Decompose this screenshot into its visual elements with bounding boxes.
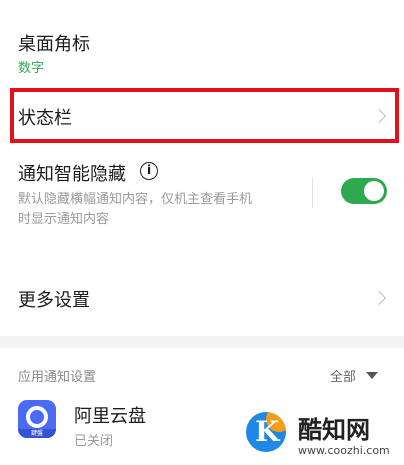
app-filter-dropdown[interactable]: 全部 <box>330 362 390 386</box>
smart-hide-title: 通知智能隐藏 <box>18 164 126 185</box>
smart-hide-toggle[interactable] <box>341 178 387 204</box>
badge-setting-value: 数字 <box>18 61 45 76</box>
watermark-name: 酷知网 <box>298 416 370 444</box>
watermark: K 酷知网 www.coozhi.com <box>246 408 404 465</box>
badge-setting-row[interactable]: 桌面角标 数字 <box>0 20 404 80</box>
badge-setting-title: 桌面角标 <box>18 34 90 55</box>
caret-down-icon <box>366 372 378 379</box>
coozhi-logo-icon: K <box>246 412 286 452</box>
aliyun-drive-icon: 鍵盤 <box>18 400 56 438</box>
section-divider <box>0 238 404 252</box>
app-name: 阿里云盘 <box>74 406 146 427</box>
app-notify-header-title: 应用通知设置 <box>18 370 97 385</box>
app-status: 已关闭 <box>74 434 114 449</box>
app-filter-label: 全部 <box>330 370 357 385</box>
smart-hide-row: 通知智能隐藏 i 默认隐藏横幅通知内容，仅机主查看手机 时显示通知内容 <box>0 150 404 230</box>
chevron-right-icon <box>371 290 387 306</box>
info-icon[interactable]: i <box>140 162 158 180</box>
more-settings-row[interactable]: 更多设置 <box>0 268 404 324</box>
smart-hide-desc-line2: 时显示通知内容 <box>18 212 110 227</box>
section-divider <box>0 336 404 348</box>
watermark-url: www.coozhi.com <box>298 444 390 457</box>
app-notify-header: 应用通知设置 全部 <box>0 356 404 390</box>
row-divider <box>312 178 313 208</box>
smart-hide-desc-line1: 默认隐藏横幅通知内容，仅机主查看手机 <box>18 192 253 207</box>
more-settings-title: 更多设置 <box>18 290 90 311</box>
highlight-box <box>10 88 399 143</box>
toggle-knob <box>364 181 384 201</box>
